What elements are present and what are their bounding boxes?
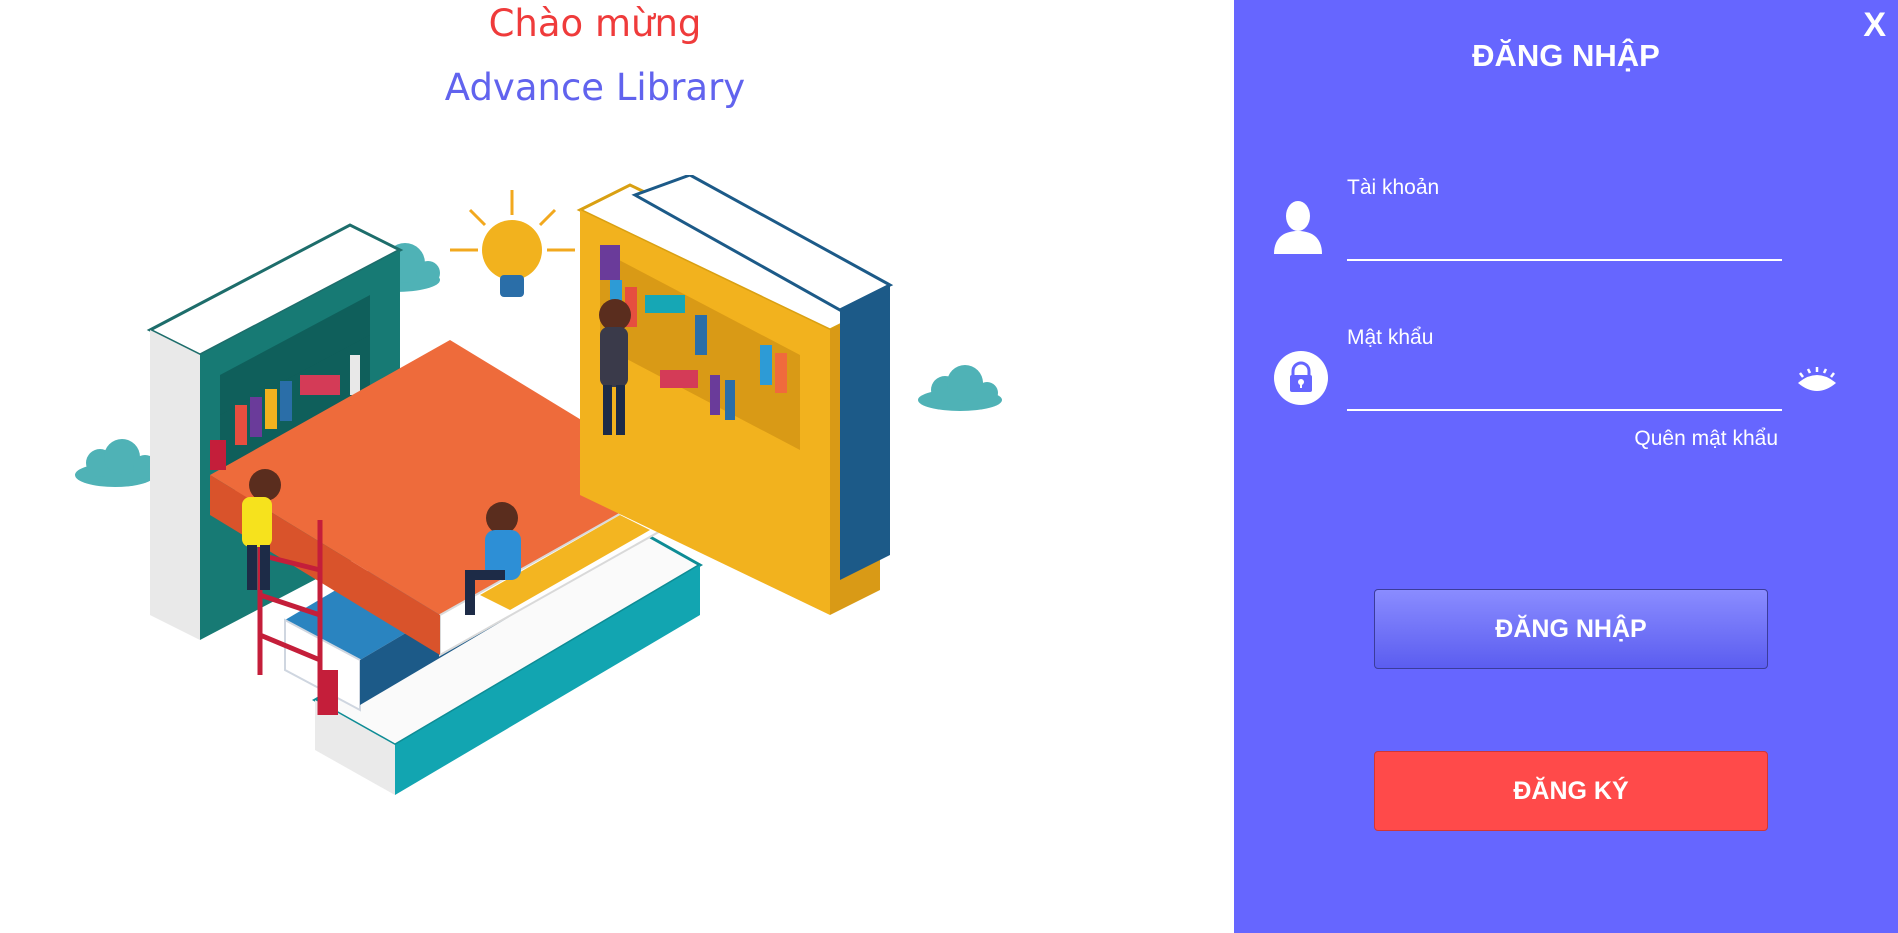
lock-icon bbox=[1273, 350, 1329, 410]
register-button[interactable]: ĐĂNG KÝ bbox=[1374, 751, 1768, 831]
password-input[interactable] bbox=[1347, 375, 1782, 411]
app-name: Advance Library bbox=[444, 66, 746, 109]
login-title: ĐĂNG NHẬP bbox=[1472, 38, 1660, 73]
username-input[interactable] bbox=[1347, 225, 1782, 261]
welcome-heading: Chào mừng bbox=[488, 2, 702, 45]
welcome-pane: Chào mừng Advance Library bbox=[0, 0, 1234, 933]
username-label: Tài khoản bbox=[1347, 176, 1440, 199]
login-panel: X ĐĂNG NHẬP Tài khoản Mật khẩu Quên mật … bbox=[1234, 0, 1898, 933]
forgot-password-link[interactable]: Quên mật khẩu bbox=[1634, 427, 1778, 451]
user-icon bbox=[1272, 198, 1324, 260]
login-button[interactable]: ĐĂNG NHẬP bbox=[1374, 589, 1768, 669]
eye-icon[interactable] bbox=[1795, 367, 1839, 401]
library-illustration bbox=[75, 175, 1002, 795]
password-label: Mật khẩu bbox=[1347, 326, 1434, 349]
